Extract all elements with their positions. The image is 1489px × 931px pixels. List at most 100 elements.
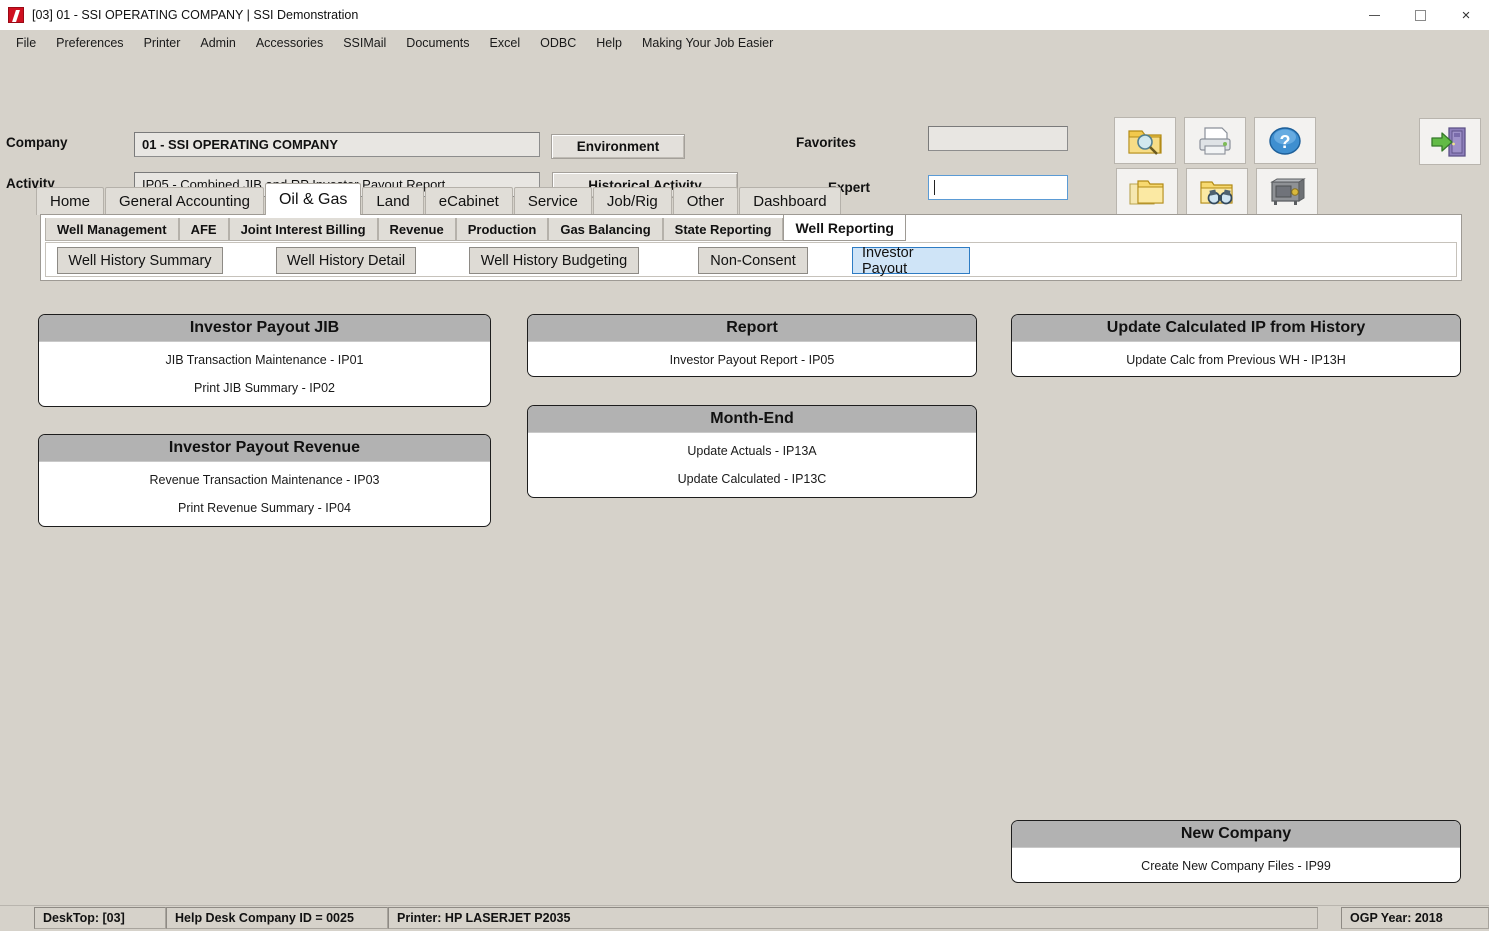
subtab-button-row: Well History Summary Well History Detail… bbox=[45, 242, 1457, 277]
svg-text:?: ? bbox=[1280, 132, 1291, 152]
exit-door-icon bbox=[1431, 126, 1466, 157]
menu-item-help[interactable]: Help bbox=[586, 33, 632, 53]
tab-job-rig[interactable]: Job/Rig bbox=[592, 187, 672, 215]
panel-new-company: New Company Create New Company Files - I… bbox=[1011, 820, 1461, 883]
menu-item-documents[interactable]: Documents bbox=[396, 33, 479, 53]
tab-dashboard[interactable]: Dashboard bbox=[739, 187, 841, 215]
link-update-calc-from-previous-wh-ip13h[interactable]: Update Calc from Previous WH - IP13H bbox=[1012, 346, 1460, 374]
subtab-joint-interest-billing[interactable]: Joint Interest Billing bbox=[228, 218, 378, 241]
tab-other[interactable]: Other bbox=[672, 187, 739, 215]
folder-search-icon bbox=[1128, 129, 1162, 155]
menu-item-preferences[interactable]: Preferences bbox=[46, 33, 133, 53]
panel-title: Update Calculated IP from History bbox=[1012, 315, 1460, 342]
menu-item-making-your-job-easier[interactable]: Making Your Job Easier bbox=[632, 33, 783, 53]
window-titlebar: [03] 01 - SSI OPERATING COMPANY | SSI De… bbox=[0, 0, 1489, 30]
window-controls: × bbox=[1351, 0, 1489, 30]
subtabstrip: Well Management AFE Joint Interest Billi… bbox=[45, 215, 906, 241]
link-create-new-company-files-ip99[interactable]: Create New Company Files - IP99 bbox=[1012, 852, 1460, 880]
folder-binoculars-icon bbox=[1200, 180, 1233, 204]
company-label: Company bbox=[6, 135, 68, 150]
link-print-jib-summary-ip02[interactable]: Print JIB Summary - IP02 bbox=[39, 374, 490, 402]
panel-title: Investor Payout JIB bbox=[39, 315, 490, 342]
status-desktop: DeskTop: [03] bbox=[34, 907, 166, 929]
subtab-well-management[interactable]: Well Management bbox=[45, 218, 179, 241]
menu-item-accessories[interactable]: Accessories bbox=[246, 33, 333, 53]
window-title: [03] 01 - SSI OPERATING COMPANY | SSI De… bbox=[32, 8, 359, 22]
ssi-app-icon bbox=[8, 7, 24, 23]
tab-general-accounting[interactable]: General Accounting bbox=[105, 187, 264, 215]
tab-oil-and-gas[interactable]: Oil & Gas bbox=[264, 183, 362, 215]
link-update-calculated-ip13c[interactable]: Update Calculated - IP13C bbox=[528, 465, 976, 493]
subtab-afe[interactable]: AFE bbox=[178, 218, 229, 241]
subtab-revenue[interactable]: Revenue bbox=[377, 218, 456, 241]
printer-button[interactable] bbox=[1184, 117, 1246, 164]
status-printer: Printer: HP LASERJET P2035 bbox=[388, 907, 1318, 929]
menu-item-admin[interactable]: Admin bbox=[190, 33, 245, 53]
minimize-button[interactable] bbox=[1351, 0, 1397, 30]
safe-vault-button[interactable] bbox=[1256, 168, 1318, 215]
company-select[interactable]: 01 - SSI OPERATING COMPANY bbox=[134, 132, 540, 157]
tab-home[interactable]: Home bbox=[36, 187, 105, 215]
folder-binoculars-button[interactable] bbox=[1186, 168, 1248, 215]
exit-button[interactable] bbox=[1419, 118, 1481, 165]
link-update-actuals-ip13a[interactable]: Update Actuals - IP13A bbox=[528, 437, 976, 465]
panel-body: JIB Transaction Maintenance - IP01 Print… bbox=[39, 342, 490, 402]
panel-update-calculated-ip-from-history: Update Calculated IP from History Update… bbox=[1011, 314, 1461, 377]
non-consent-button[interactable]: Non-Consent bbox=[698, 247, 808, 274]
environment-button[interactable]: Environment bbox=[551, 134, 685, 159]
favorites-select[interactable] bbox=[928, 126, 1068, 151]
well-history-summary-button[interactable]: Well History Summary bbox=[57, 247, 223, 274]
subtab-production[interactable]: Production bbox=[455, 218, 549, 241]
statusbar-left-gap bbox=[0, 906, 34, 931]
link-print-revenue-summary-ip04[interactable]: Print Revenue Summary - IP04 bbox=[39, 494, 490, 522]
statusbar-spacer bbox=[1318, 906, 1341, 931]
well-history-budgeting-button[interactable]: Well History Budgeting bbox=[469, 247, 639, 274]
panel-title: Investor Payout Revenue bbox=[39, 435, 490, 462]
link-investor-payout-report-ip05[interactable]: Investor Payout Report - IP05 bbox=[528, 346, 976, 374]
panel-investor-payout-revenue: Investor Payout Revenue Revenue Transact… bbox=[38, 434, 491, 527]
menu-item-excel[interactable]: Excel bbox=[480, 33, 531, 53]
well-history-detail-button[interactable]: Well History Detail bbox=[276, 247, 416, 274]
panel-month-end: Month-End Update Actuals - IP13A Update … bbox=[527, 405, 977, 498]
panel-title: Report bbox=[528, 315, 976, 342]
favorites-label: Favorites bbox=[796, 135, 857, 150]
subtab-well-reporting[interactable]: Well Reporting bbox=[783, 215, 906, 241]
panel-report: Report Investor Payout Report - IP05 bbox=[527, 314, 977, 377]
subtab-panel: Well Management AFE Joint Interest Billi… bbox=[40, 214, 1462, 281]
folders-icon bbox=[1129, 179, 1164, 205]
panel-body: Investor Payout Report - IP05 bbox=[528, 342, 976, 374]
panel-title: Month-End bbox=[528, 406, 976, 433]
menu-item-odbc[interactable]: ODBC bbox=[530, 33, 586, 53]
link-jib-transaction-maintenance-ip01[interactable]: JIB Transaction Maintenance - IP01 bbox=[39, 346, 490, 374]
help-question-icon: ? bbox=[1269, 126, 1301, 155]
subtab-state-reporting[interactable]: State Reporting bbox=[662, 218, 784, 241]
safe-vault-icon bbox=[1270, 177, 1306, 205]
tab-ecabinet[interactable]: eCabinet bbox=[424, 187, 513, 215]
menubar: File Preferences Printer Admin Accessori… bbox=[0, 30, 1489, 55]
close-button[interactable]: × bbox=[1443, 0, 1489, 30]
panel-body: Update Actuals - IP13A Update Calculated… bbox=[528, 433, 976, 493]
menu-item-ssimail[interactable]: SSIMail bbox=[333, 33, 396, 53]
panel-investor-payout-jib: Investor Payout JIB JIB Transaction Main… bbox=[38, 314, 491, 407]
tab-land[interactable]: Land bbox=[362, 187, 424, 215]
tab-service[interactable]: Service bbox=[513, 187, 592, 215]
investor-payout-button[interactable]: Investor Payout bbox=[852, 245, 970, 277]
folder-search-button[interactable] bbox=[1114, 117, 1176, 164]
panel-body: Revenue Transaction Maintenance - IP03 P… bbox=[39, 462, 490, 522]
status-help-desk: Help Desk Company ID = 0025 bbox=[166, 907, 388, 929]
folders-button[interactable] bbox=[1116, 168, 1178, 215]
panel-body: Create New Company Files - IP99 bbox=[1012, 848, 1460, 880]
maximize-button[interactable] bbox=[1397, 0, 1443, 30]
expert-input[interactable] bbox=[928, 175, 1068, 200]
menu-item-printer[interactable]: Printer bbox=[134, 33, 191, 53]
link-revenue-transaction-maintenance-ip03[interactable]: Revenue Transaction Maintenance - IP03 bbox=[39, 466, 490, 494]
help-button[interactable]: ? bbox=[1254, 117, 1316, 164]
subtab-gas-balancing[interactable]: Gas Balancing bbox=[548, 218, 663, 241]
minimize-icon bbox=[1368, 14, 1380, 16]
menu-item-file[interactable]: File bbox=[6, 33, 46, 53]
printer-icon bbox=[1199, 126, 1231, 155]
main-tabstrip: Home General Accounting Oil & Gas Land e… bbox=[36, 183, 842, 215]
maximize-icon bbox=[1414, 9, 1426, 21]
panel-title: New Company bbox=[1012, 821, 1460, 848]
panel-body: Update Calc from Previous WH - IP13H bbox=[1012, 342, 1460, 374]
